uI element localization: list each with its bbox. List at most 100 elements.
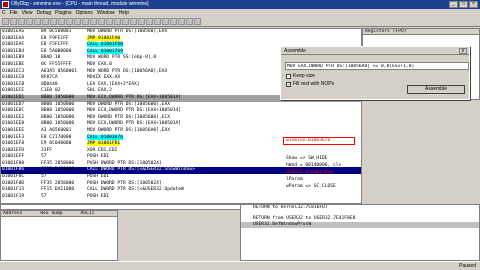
minimize-button[interactable]: _ bbox=[449, 1, 458, 8]
disasm-row[interactable]: 01001F19 57 PUSH EDI bbox=[1, 194, 361, 201]
disasm-comment bbox=[237, 128, 361, 135]
disasm-hex: 0C FF55FFFF bbox=[41, 61, 72, 67]
disasm-address: 01001EFF bbox=[2, 154, 25, 160]
menu-item[interactable]: File bbox=[10, 9, 18, 17]
log-icon[interactable] bbox=[90, 18, 97, 25]
disasm-row[interactable]: 01001EE8 8B00 1050000 MOV ECX,DWORD PTR DS… bbox=[1, 121, 361, 128]
menu-bar: C File View Debug Plugins Options Window… bbox=[0, 9, 480, 17]
dump-col-address: Address bbox=[3, 211, 23, 216]
disasm-instruction: MOV ECX,DWORD PTR DS:[EAX+1005014] bbox=[87, 108, 182, 114]
disasm-instruction: MOV DWORD PTR DS:[100560],EAX bbox=[87, 29, 168, 34]
maximize-button[interactable]: □ bbox=[459, 1, 468, 8]
fill-nops-label: Fill rest with NOPs bbox=[293, 81, 335, 87]
app-icon bbox=[2, 1, 9, 8]
status-bar: Paused bbox=[0, 261, 480, 270]
threads-icon[interactable] bbox=[114, 18, 121, 25]
assemble-dialog: Assemble x Keep size ✓ Fill rest with NO… bbox=[280, 46, 470, 100]
close-icon[interactable] bbox=[18, 18, 25, 25]
dump-col-hex: Hex dump bbox=[40, 211, 63, 216]
disasm-row[interactable]: 01001EFD 33FF XOR EDI,EDI bbox=[1, 148, 361, 155]
disasm-comment bbox=[237, 115, 361, 122]
dialog-close-button[interactable]: x bbox=[459, 48, 467, 54]
execute-till-return-icon[interactable] bbox=[74, 18, 81, 25]
menu-item[interactable]: Plugins bbox=[55, 9, 71, 17]
modules-icon[interactable] bbox=[98, 18, 105, 25]
disasm-row[interactable]: 01001EAS B9 0C560001 MOV DWORD PTR DS:[100… bbox=[1, 29, 361, 36]
options-icon[interactable] bbox=[194, 18, 201, 25]
disasm-comment bbox=[237, 108, 361, 115]
menu-item[interactable]: Options bbox=[76, 9, 93, 17]
keep-size-checkbox[interactable]: Keep size bbox=[286, 73, 315, 79]
disasm-instruction: XOR EDI,EDI bbox=[87, 147, 118, 153]
disasm-address: 01001F13 bbox=[2, 187, 25, 193]
runtrace-icon[interactable] bbox=[178, 18, 185, 25]
stack-pane[interactable]: RETURN to kernel32.7C816FD7 RETURN from U… bbox=[240, 204, 480, 261]
disasm-comment bbox=[237, 36, 361, 43]
restart-icon[interactable] bbox=[10, 18, 17, 25]
disasm-instruction: MOV WORD PTR SS:[ebp-8],0 bbox=[87, 55, 157, 61]
callstack-icon[interactable] bbox=[154, 18, 161, 25]
disasm-address: 01001EF8 bbox=[2, 141, 25, 147]
dump-pane[interactable]: Address Hex dump ASCII bbox=[0, 210, 118, 261]
memory-icon[interactable] bbox=[106, 18, 113, 25]
disasm-row[interactable]: 01001EEE A3 A6560001 MOV DWORD PTR DS:[100… bbox=[1, 128, 361, 135]
assemble-input[interactable] bbox=[285, 62, 469, 70]
patches-icon[interactable] bbox=[146, 18, 153, 25]
pause-icon[interactable] bbox=[34, 18, 41, 25]
fill-nops-checkbox[interactable]: ✓ Fill rest with NOPs bbox=[286, 81, 334, 87]
disasm-address: 01001EAF bbox=[2, 42, 25, 48]
trace-into-icon[interactable] bbox=[58, 18, 65, 25]
keep-size-label: Keep size bbox=[293, 73, 315, 79]
disasm-comment bbox=[237, 148, 361, 155]
debug-state: Paused bbox=[459, 263, 476, 269]
disasm-instruction: MOV ECX,DWORD PTR DS:[EAX+100501A] bbox=[87, 121, 182, 127]
menu-item[interactable]: Debug bbox=[36, 9, 51, 17]
disasm-instruction: JMP 01001FB1 bbox=[87, 141, 237, 148]
disasm-row[interactable]: 01001EDC 8B88 1050000 MOV ECX,DWORD PTR DS… bbox=[1, 108, 361, 115]
disasm-address: 01001EE8 bbox=[2, 121, 25, 127]
disasm-address: 01001EAS bbox=[2, 29, 25, 34]
goto-icon[interactable] bbox=[82, 18, 89, 25]
menu-item[interactable]: Help bbox=[119, 9, 129, 17]
disasm-hex: 57 bbox=[41, 193, 47, 199]
disasm-address: 01001EBE bbox=[2, 61, 25, 67]
run-icon[interactable] bbox=[26, 18, 33, 25]
disasm-hex: B9 0C560001 bbox=[41, 29, 72, 34]
disasm-address: 01001EDC bbox=[2, 108, 25, 114]
references-icon[interactable] bbox=[170, 18, 177, 25]
disasm-instruction-text: JMP 01001FB1 bbox=[87, 141, 121, 147]
disasm-comment bbox=[237, 102, 361, 109]
disasm-instruction-text: CALL 01001F00 bbox=[87, 42, 123, 48]
window-controls: _ □ × bbox=[449, 1, 478, 8]
api-comment: hWnd = 00140096, cls bbox=[286, 163, 342, 168]
disasm-address: 01001ED1 bbox=[2, 94, 25, 100]
menu-item[interactable]: View bbox=[22, 9, 33, 17]
disasm-hex: B8AD 10 bbox=[41, 55, 61, 61]
open-icon[interactable] bbox=[2, 18, 9, 25]
disasm-comment bbox=[237, 29, 361, 36]
disasm-hex: FF15 D411000 bbox=[41, 187, 75, 193]
disasm-hex: FF15 D411000 bbox=[41, 167, 75, 173]
menu-item[interactable]: C bbox=[2, 9, 6, 17]
handles-icon[interactable] bbox=[130, 18, 137, 25]
close-button[interactable]: × bbox=[469, 1, 478, 8]
menu-item[interactable]: Window bbox=[97, 9, 115, 17]
breakpoints-icon[interactable] bbox=[162, 18, 169, 25]
disasm-hex: C1E0 02 bbox=[41, 88, 61, 94]
disasm-hex: E8 F5FCFFF bbox=[41, 42, 69, 48]
fill-nops-box[interactable]: ✓ bbox=[286, 81, 291, 87]
dump-col-ascii: ASCII bbox=[80, 211, 95, 216]
cpu-icon[interactable] bbox=[138, 18, 145, 25]
keep-size-box[interactable] bbox=[286, 73, 291, 79]
step-into-icon[interactable] bbox=[42, 18, 49, 25]
windows-icon[interactable] bbox=[122, 18, 129, 25]
source-icon[interactable] bbox=[186, 18, 193, 25]
window-title: OllyDbg - winmine.exe - [CPU - main thre… bbox=[11, 1, 149, 7]
step-over-icon[interactable] bbox=[50, 18, 57, 25]
dialog-title: Assemble bbox=[281, 47, 469, 55]
disasm-instruction: CALL DWORD PTR DS:[<&USER32.ShowWindow> bbox=[87, 167, 195, 173]
trace-over-icon[interactable] bbox=[66, 18, 73, 25]
assemble-button[interactable]: Assemble bbox=[407, 85, 465, 94]
disasm-hex: 33FF bbox=[41, 147, 53, 153]
disasm-hex: A3 A6560001 bbox=[41, 127, 72, 133]
